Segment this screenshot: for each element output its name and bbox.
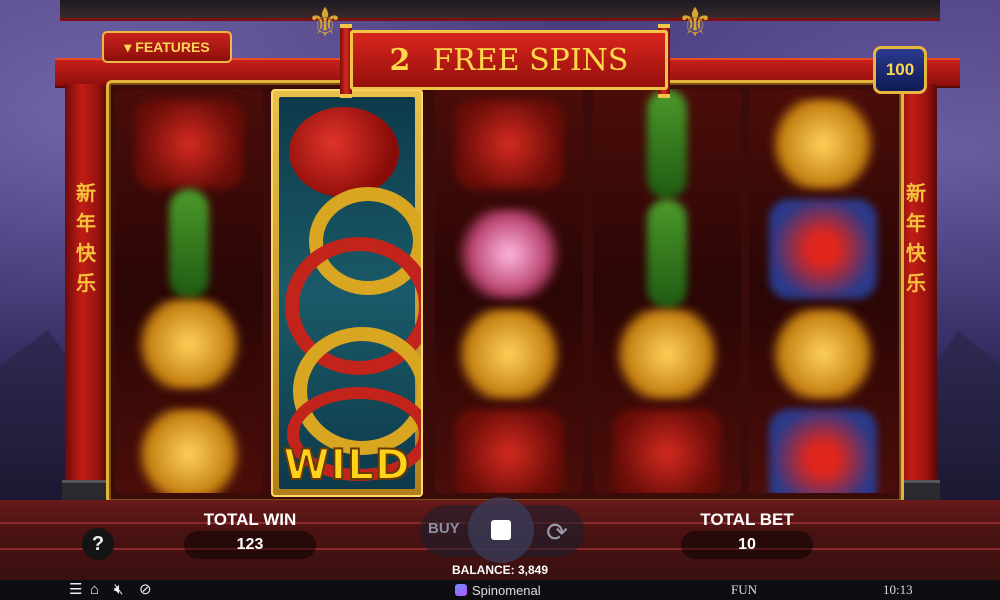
wild-symbol	[279, 97, 421, 489]
wild-label: WILD	[282, 439, 411, 490]
clock: 10:13	[883, 582, 913, 597]
features-button[interactable]: ▾ FEATURES	[102, 31, 232, 63]
free-spins-text: FREE SPINS	[432, 42, 629, 78]
triangle-down-icon: ▾	[124, 38, 132, 55]
buy-button[interactable]: BUY	[428, 520, 464, 537]
provider-name: Spinomenal	[472, 582, 541, 598]
reel-3	[435, 89, 583, 493]
home-icon[interactable]: ⌂	[90, 580, 99, 600]
total-win-label: TOTAL WIN	[203, 510, 297, 529]
stop-icon	[491, 520, 511, 540]
reel-area: WILD	[106, 80, 904, 504]
reel-2-wild: WILD	[271, 89, 423, 497]
free-spins-count: 2	[389, 42, 411, 78]
spinomenal-logo-icon	[455, 584, 467, 596]
status-bar: ☰ ⌂ 🔇︎ ⊘ Spinomenal FUN 10:13	[0, 580, 1000, 600]
autoplay-icon[interactable]: ⟳	[540, 515, 574, 549]
features-label: FEATURES	[135, 39, 210, 55]
total-win-value: 123	[184, 531, 316, 559]
sound-off-icon[interactable]: 🔇︎	[114, 580, 123, 600]
pillar-calligraphy-right: 新年快乐	[906, 181, 926, 295]
total-bet-label: TOTAL BET	[700, 510, 794, 529]
free-spins-banner: 2 FREE SPINS	[350, 30, 668, 90]
provider-logo: Spinomenal	[455, 580, 541, 600]
stop-spin-button[interactable]	[468, 497, 534, 563]
menu-icon[interactable]: ☰	[69, 580, 82, 600]
reel-1	[115, 89, 263, 493]
reel-4	[593, 89, 741, 493]
dragon-head-icon	[289, 107, 399, 197]
help-button[interactable]: ?	[82, 528, 114, 560]
bet-level-badge[interactable]: 100	[873, 46, 927, 94]
game-mode: FUN	[731, 582, 758, 597]
temple-roof	[60, 0, 940, 21]
total-bet-value: 10	[681, 531, 813, 559]
reel-5	[749, 89, 897, 493]
turbo-icon[interactable]: ⊘	[139, 580, 152, 600]
pillar-calligraphy-left: 新年快乐	[76, 181, 96, 295]
balance-display: BALANCE: 3,849	[451, 563, 549, 577]
roof-dragon-right-icon: ⚜	[677, 1, 713, 45]
